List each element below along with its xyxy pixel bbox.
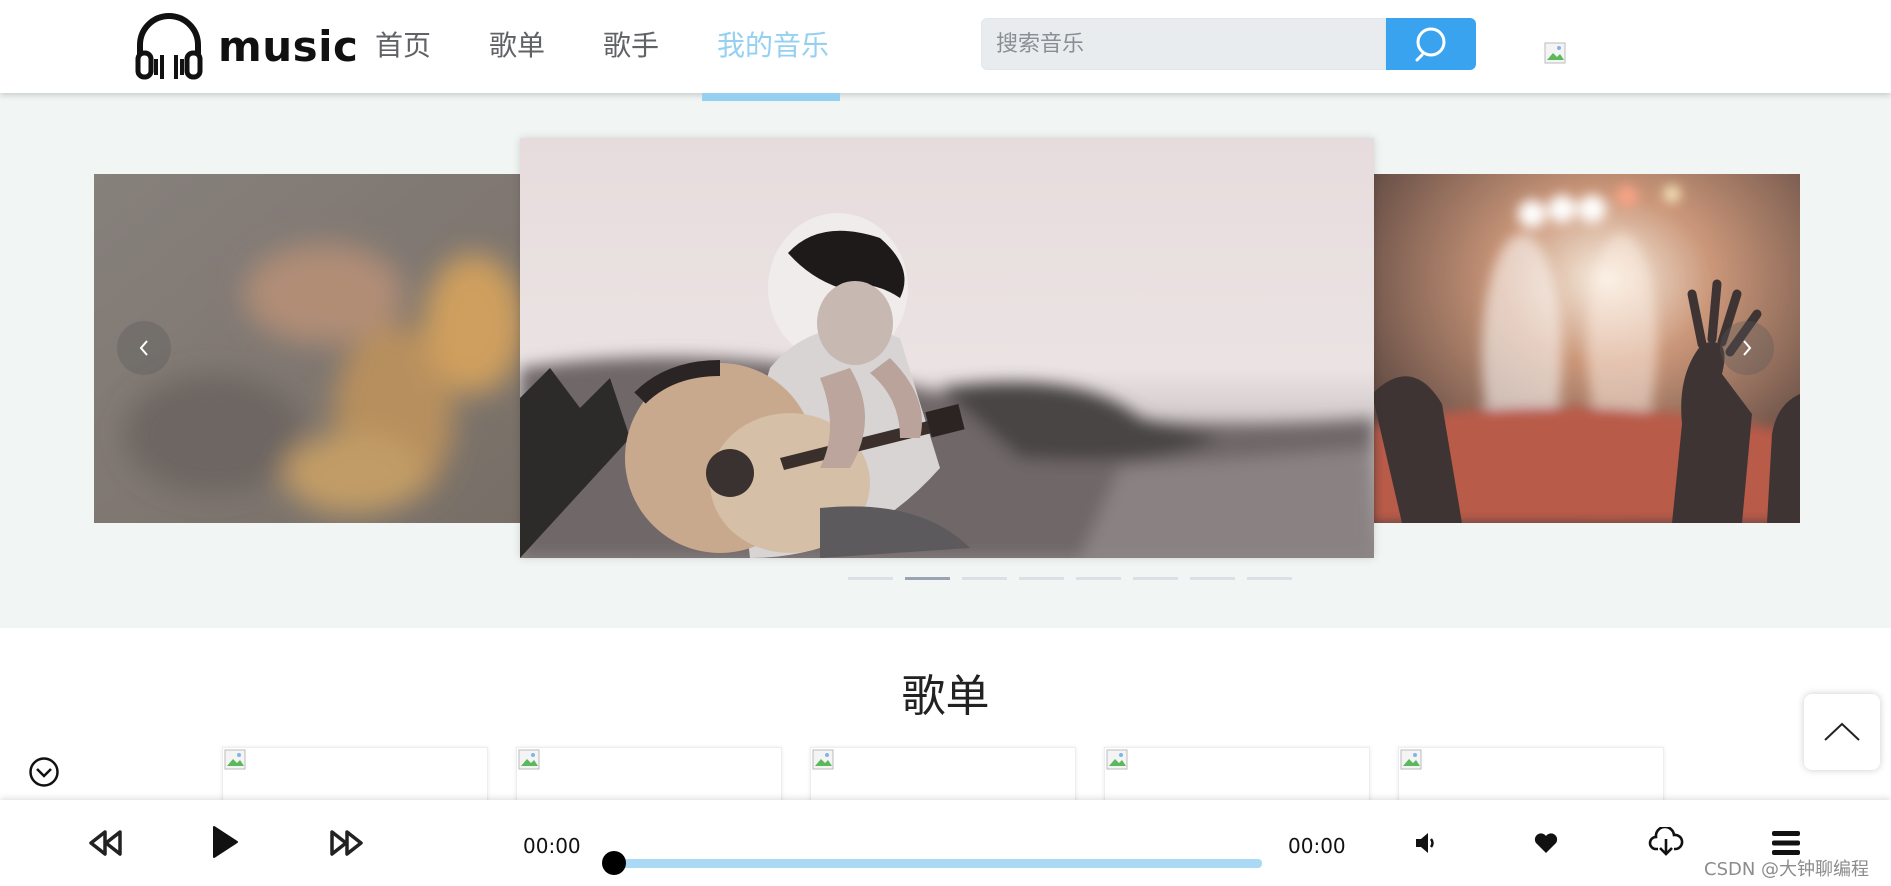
carousel-indicator[interactable] — [1190, 577, 1235, 580]
play-icon — [213, 826, 238, 858]
playlist-card[interactable] — [810, 747, 1076, 807]
carousel-indicator[interactable] — [1019, 577, 1064, 580]
current-time: 00:00 — [523, 834, 581, 858]
broken-image-icon — [1400, 749, 1422, 770]
volume-icon — [1416, 833, 1434, 853]
active-nav-indicator — [702, 93, 840, 101]
broken-image-icon — [518, 749, 540, 770]
playlist-card[interactable] — [1104, 747, 1370, 807]
player-bar: 00:00 00:00 — [0, 800, 1891, 886]
logo-text: music — [218, 21, 359, 71]
broken-image-icon — [1544, 42, 1566, 64]
playlist-grid — [222, 747, 1664, 807]
nav-item-home[interactable]: 首页 — [375, 24, 431, 64]
site-logo[interactable]: music — [132, 8, 358, 84]
previous-track-button[interactable] — [88, 826, 124, 860]
progress-handle[interactable] — [602, 851, 626, 875]
nav-item-singers[interactable]: 歌手 — [603, 24, 659, 64]
boy-guitar-image — [520, 138, 1374, 558]
download-button[interactable] — [1648, 826, 1684, 858]
playlist-card[interactable] — [1398, 747, 1664, 807]
carousel-indicator[interactable] — [1133, 577, 1178, 580]
carousel-indicators — [848, 577, 1292, 581]
chevron-up-icon — [1824, 722, 1860, 741]
next-track-button[interactable] — [328, 826, 364, 860]
user-avatar[interactable] — [1544, 42, 1568, 66]
carousel-slide-active[interactable] — [520, 138, 1374, 558]
chevron-right-icon — [1743, 340, 1752, 356]
section-title-playlists: 歌单 — [901, 671, 990, 722]
carousel-indicator[interactable] — [905, 577, 950, 580]
chevron-left-icon — [139, 340, 148, 356]
carousel-indicator[interactable] — [1247, 577, 1292, 580]
broken-image-icon — [812, 749, 834, 770]
top-header: music 首页 歌单 歌手 我的音乐 — [0, 0, 1891, 93]
like-button[interactable] — [1532, 830, 1560, 856]
total-time: 00:00 — [1288, 834, 1346, 858]
carousel-indicator[interactable] — [848, 577, 893, 580]
menu-icon — [1772, 831, 1800, 855]
chevron-down-circle-icon — [29, 757, 59, 787]
carousel-prev-button[interactable] — [117, 321, 171, 375]
search-icon — [1415, 27, 1446, 62]
carousel-indicator[interactable] — [1076, 577, 1121, 580]
nav-item-playlists[interactable]: 歌单 — [489, 24, 545, 64]
banner-carousel — [0, 93, 1891, 628]
headphones-logo-icon — [135, 13, 203, 80]
search-input[interactable] — [982, 19, 1385, 69]
collapse-toggle-button[interactable] — [28, 756, 60, 788]
fast-forward-icon — [330, 830, 363, 856]
back-to-top-button[interactable] — [1804, 694, 1880, 770]
search-button[interactable] — [1386, 18, 1476, 70]
playlist-card[interactable] — [516, 747, 782, 807]
play-button[interactable] — [210, 824, 240, 860]
carousel-next-button[interactable] — [1720, 321, 1774, 375]
broken-image-icon — [1106, 749, 1128, 770]
search-box — [981, 18, 1386, 70]
playlist-menu-button[interactable] — [1770, 828, 1802, 858]
playlist-card[interactable] — [222, 747, 488, 807]
rewind-icon — [89, 830, 122, 856]
heart-icon — [1534, 833, 1558, 853]
progress-bar[interactable] — [614, 859, 1262, 868]
nav-item-my-music[interactable]: 我的音乐 — [717, 24, 829, 64]
cloud-download-icon — [1648, 827, 1684, 856]
carousel-indicator[interactable] — [962, 577, 1007, 580]
volume-button[interactable] — [1414, 830, 1440, 856]
broken-image-icon — [224, 749, 246, 770]
watermark-text: CSDN @大钟聊编程 — [1704, 859, 1870, 880]
